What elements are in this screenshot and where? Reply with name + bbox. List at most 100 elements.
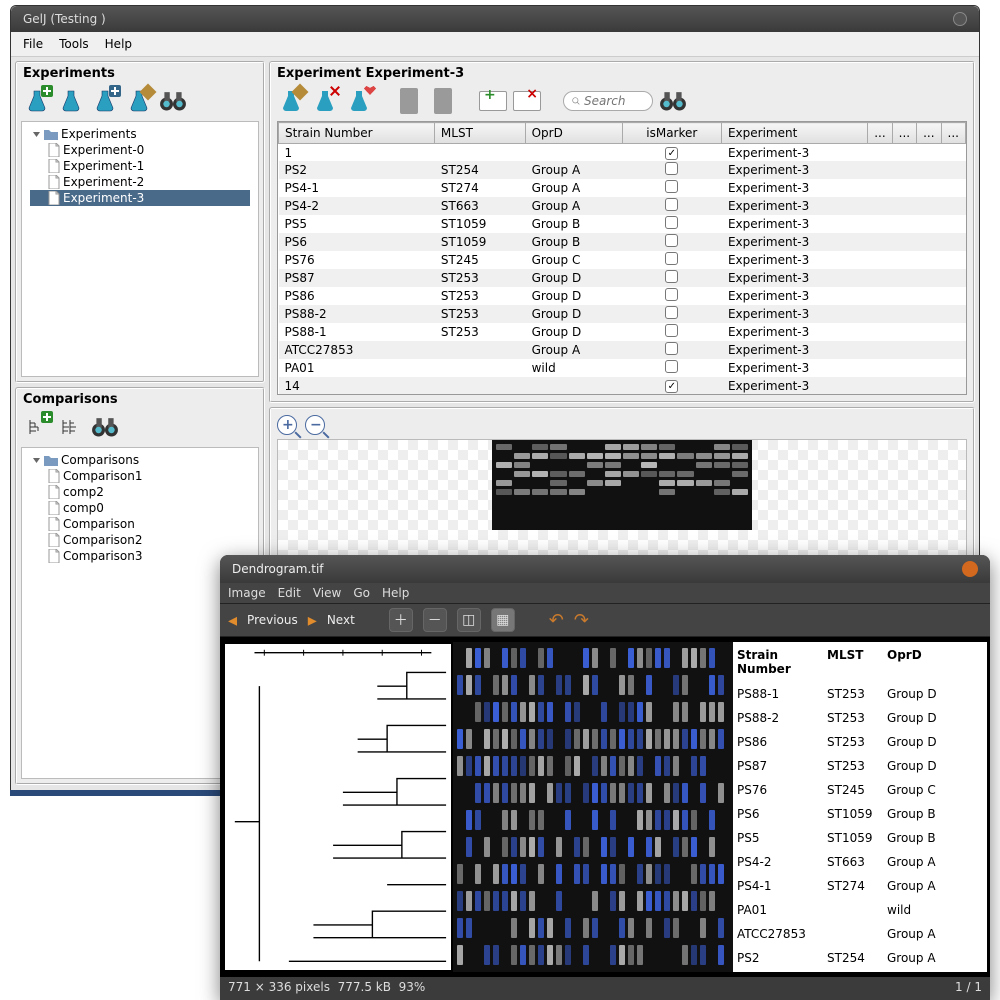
menu-file[interactable]: File xyxy=(17,35,49,53)
fit-page-button[interactable]: ▦ xyxy=(491,608,515,632)
zoom-in-button[interactable]: ＋ xyxy=(389,608,413,632)
viewer-menu-image[interactable]: Image xyxy=(228,586,266,600)
tree-item[interactable]: Experiment-1 xyxy=(30,158,250,174)
flask-import-icon[interactable] xyxy=(91,87,119,115)
col-extra[interactable]: ... xyxy=(941,123,965,144)
titlebar[interactable]: GelJ (Testing ) xyxy=(11,6,979,32)
checkbox[interactable] xyxy=(665,162,678,175)
rotate-right-icon[interactable]: ↷ xyxy=(574,610,589,631)
col-marker[interactable]: isMarker xyxy=(622,123,721,144)
tree-item[interactable]: Experiment-0 xyxy=(30,142,250,158)
checkbox[interactable]: ✓ xyxy=(665,380,678,393)
fit-width-button[interactable]: ◫ xyxy=(457,608,481,632)
tree-root-experiments[interactable]: Experiments xyxy=(30,126,250,142)
col-extra[interactable]: ... xyxy=(868,123,892,144)
binoculars-icon[interactable] xyxy=(91,413,119,441)
table-row[interactable]: PS88-1 ST253 Group D Experiment-3 xyxy=(279,323,966,341)
tree-item[interactable]: Comparison1 xyxy=(30,468,250,484)
tree-item[interactable]: Comparison3 xyxy=(30,548,250,564)
tree-item[interactable]: Comparison xyxy=(30,516,250,532)
zoom-out-icon[interactable]: − xyxy=(305,415,325,435)
tree-item[interactable]: Experiment-2 xyxy=(30,174,250,190)
table-row[interactable]: PS6 ST1059 Group B Experiment-3 xyxy=(279,233,966,251)
menu-tools[interactable]: Tools xyxy=(53,35,95,53)
table-row[interactable]: PA01 wild Experiment-3 xyxy=(279,359,966,377)
next-arrow-icon[interactable]: ▸ xyxy=(308,610,317,631)
viewer-menu-help[interactable]: Help xyxy=(382,586,409,600)
table-row[interactable]: PS4-2 ST663 Group A Experiment-3 xyxy=(279,197,966,215)
table-row[interactable]: 14 ✓ Experiment-3 xyxy=(279,377,966,394)
flask-add-icon[interactable] xyxy=(23,87,51,115)
close-icon[interactable] xyxy=(953,12,967,26)
delete-rect-icon[interactable]: × xyxy=(513,87,541,115)
table-row[interactable]: 1 ✓ Experiment-3 xyxy=(279,144,966,162)
viewer-menu-view[interactable]: View xyxy=(313,586,341,600)
col-strain: Strain Number xyxy=(737,648,827,676)
col-strain[interactable]: Strain Number xyxy=(279,123,435,144)
flask-edit-icon[interactable] xyxy=(125,87,153,115)
checkbox[interactable] xyxy=(665,288,678,301)
experiments-panel: Experiments Experiments Experiment-0 xyxy=(15,61,265,383)
checkbox[interactable] xyxy=(665,270,678,283)
flask-heart-icon[interactable] xyxy=(345,87,373,115)
flask-edit-icon[interactable] xyxy=(277,87,305,115)
binoculars-icon[interactable] xyxy=(159,87,187,115)
checkbox[interactable] xyxy=(665,234,678,247)
strain-table[interactable]: Strain Number MLST OprD isMarker Experim… xyxy=(277,121,967,395)
viewer-close-icon[interactable] xyxy=(962,561,978,577)
tree-root-comparisons[interactable]: Comparisons xyxy=(30,452,250,468)
viewer-menu-go[interactable]: Go xyxy=(353,586,370,600)
flask-icon[interactable] xyxy=(57,87,85,115)
comparisons-toolbar xyxy=(17,407,263,447)
table-row[interactable]: PS76 ST245 Group C Experiment-3 xyxy=(279,251,966,269)
add-rect-icon[interactable]: + xyxy=(479,87,507,115)
col-mlst[interactable]: MLST xyxy=(434,123,525,144)
table-row[interactable]: PS5 ST1059 Group B Experiment-3 xyxy=(279,215,966,233)
tree-item[interactable]: comp2 xyxy=(30,484,250,500)
checkbox[interactable] xyxy=(665,342,678,355)
viewer-titlebar[interactable]: Dendrogram.tif xyxy=(220,555,990,583)
checkbox[interactable] xyxy=(665,360,678,373)
table-row[interactable]: PS4-1 ST274 Group A Experiment-3 xyxy=(279,179,966,197)
rotate-left-icon[interactable]: ↶ xyxy=(549,610,564,631)
list-item: PS87ST253Group D xyxy=(737,754,983,778)
grey-tool-2[interactable] xyxy=(429,87,457,115)
prev-arrow-icon[interactable]: ◂ xyxy=(228,610,237,631)
search-input[interactable] xyxy=(584,94,644,108)
tree-item[interactable]: comp0 xyxy=(30,500,250,516)
table-row[interactable]: PS88-2 ST253 Group D Experiment-3 xyxy=(279,305,966,323)
table-row[interactable]: PS86 ST253 Group D Experiment-3 xyxy=(279,287,966,305)
col-oprd[interactable]: OprD xyxy=(525,123,622,144)
checkbox[interactable] xyxy=(665,180,678,193)
zoom-out-button[interactable]: － xyxy=(423,608,447,632)
checkbox[interactable] xyxy=(665,216,678,229)
dendrogram xyxy=(223,642,453,972)
binoculars-icon[interactable] xyxy=(659,87,687,115)
table-row[interactable]: PS87 ST253 Group D Experiment-3 xyxy=(279,269,966,287)
list-item: ATCC27853Group A xyxy=(737,922,983,946)
search-field[interactable] xyxy=(563,91,653,111)
prev-button[interactable]: Previous xyxy=(247,613,298,627)
checkbox[interactable] xyxy=(665,198,678,211)
table-row[interactable]: ATCC27853 Group A Experiment-3 xyxy=(279,341,966,359)
col-exp[interactable]: Experiment xyxy=(721,123,867,144)
viewer-menu-edit[interactable]: Edit xyxy=(278,586,301,600)
col-extra[interactable]: ... xyxy=(917,123,941,144)
grey-tool-1[interactable] xyxy=(395,87,423,115)
tree-item[interactable]: Experiment-3 xyxy=(30,190,250,206)
experiments-tree[interactable]: Experiments Experiment-0 Experiment-1 Ex… xyxy=(21,121,259,377)
next-button[interactable]: Next xyxy=(327,613,355,627)
tree-multi-icon[interactable] xyxy=(57,413,85,441)
zoom-in-icon[interactable]: + xyxy=(277,415,297,435)
tree-item[interactable]: Comparison2 xyxy=(30,532,250,548)
checkbox[interactable] xyxy=(665,324,678,337)
table-row[interactable]: PS2 ST254 Group A Experiment-3 xyxy=(279,161,966,179)
checkbox[interactable]: ✓ xyxy=(665,147,678,160)
flask-delete-icon[interactable] xyxy=(311,87,339,115)
col-extra[interactable]: ... xyxy=(892,123,916,144)
checkbox[interactable] xyxy=(665,306,678,319)
menu-help[interactable]: Help xyxy=(99,35,138,53)
checkbox[interactable] xyxy=(665,252,678,265)
viewer-body[interactable]: Strain Number MLST OprD PS88-1ST253Group… xyxy=(220,637,990,977)
tree-add-icon[interactable] xyxy=(23,413,51,441)
